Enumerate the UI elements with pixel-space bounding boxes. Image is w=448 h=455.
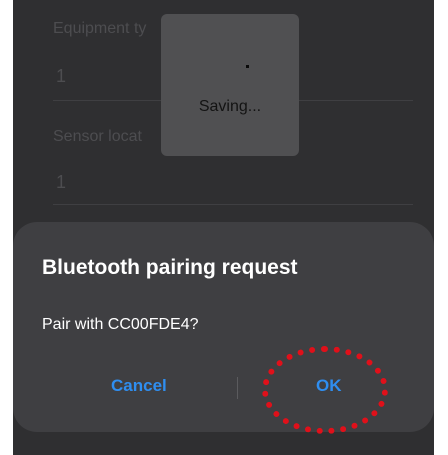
app-screen: Equipment ty 1 Sensor locat 1 Saving... … [13,0,434,455]
cancel-button[interactable]: Cancel [111,376,167,396]
saving-toast: Saving... [161,14,299,156]
bluetooth-pairing-dialog: Bluetooth pairing request Pair with CC00… [13,222,434,434]
progress-spinner-icon [246,65,249,68]
dialog-title: Bluetooth pairing request [42,256,298,279]
button-divider [237,377,238,399]
equipment-type-label: Equipment ty [53,20,147,37]
equipment-type-value[interactable]: 1 [56,66,66,87]
saving-text: Saving... [198,98,262,115]
dialog-message: Pair with CC00FDE4? [42,316,199,333]
sensor-location-underline [53,204,413,205]
sensor-location-label: Sensor locat [53,128,142,145]
sensor-location-value[interactable]: 1 [56,172,66,193]
ok-highlight-circle [262,346,388,434]
